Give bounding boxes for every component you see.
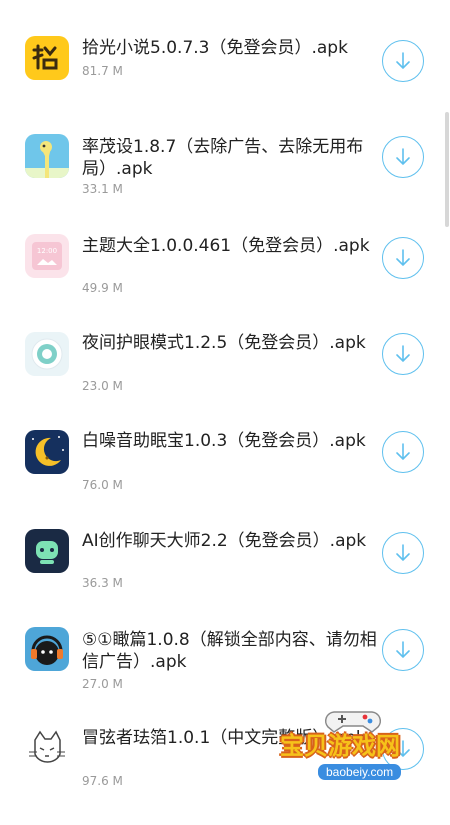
item-size: 27.0 M — [82, 677, 123, 691]
download-button[interactable] — [382, 532, 424, 574]
download-button[interactable] — [382, 629, 424, 671]
download-button[interactable] — [382, 40, 424, 82]
download-arrow-icon — [396, 249, 410, 267]
list-item[interactable]: 夜间护眼模式1.2.5（免登会员）.apk 23.0 M — [0, 332, 450, 431]
item-title: 夜间护眼模式1.2.5（免登会员）.apk — [82, 333, 366, 353]
item-title: AI创作聊天大师2.2（免登会员）.apk — [82, 531, 367, 551]
list-item[interactable]: 拾光小说5.0.7.3（免登会员）.apk 81.7 M — [0, 36, 450, 135]
item-size: 33.1 M — [82, 182, 123, 196]
download-arrow-icon — [396, 443, 410, 461]
download-arrow-icon — [396, 641, 410, 659]
item-size: 36.3 M — [82, 576, 123, 590]
download-button[interactable] — [382, 237, 424, 279]
watermark-text: 宝贝游戏网 — [280, 732, 400, 760]
moon-sleep-app-icon — [25, 430, 69, 474]
item-title: 率茂设1.8.7（去除广告、去除无用布局）.apk — [82, 137, 364, 179]
watermark-url: baobeiy.com — [318, 764, 402, 780]
download-arrow-icon — [396, 148, 410, 166]
list-item[interactable]: AI创作聊天大师2.2（免登会员）.apk 36.3 M — [0, 529, 450, 628]
item-size: 81.7 M — [82, 64, 123, 78]
shiguang-logo-icon — [25, 36, 69, 80]
download-arrow-icon — [396, 345, 410, 363]
theme-app-icon: 12:00 — [25, 234, 69, 278]
item-title: 主题大全1.0.0.461（免登会员）.apk — [82, 236, 370, 256]
download-button[interactable] — [382, 136, 424, 178]
list-item[interactable]: 率茂设1.8.7（去除广告、去除无用布局）.apk 33.1 M — [0, 134, 450, 233]
list-item[interactable]: 12:00 主题大全1.0.0.461（免登会员）.apk 49.9 M — [0, 234, 450, 333]
item-title: ⑤①瞰篇1.0.8（解锁全部内容、请勿相信广告）.apk — [82, 630, 377, 672]
download-button[interactable] — [382, 333, 424, 375]
download-arrow-icon — [396, 52, 410, 70]
gamepad-icon — [324, 711, 382, 733]
eye-care-app-icon — [25, 332, 69, 376]
download-arrow-icon — [396, 544, 410, 562]
download-button[interactable] — [382, 431, 424, 473]
list-item[interactable]: 白噪音助眠宝1.0.3（免登会员）.apk 76.0 M — [0, 430, 450, 529]
item-size: 49.9 M — [82, 281, 123, 295]
cat-sketch-app-icon — [25, 726, 69, 770]
ai-robot-app-icon — [25, 529, 69, 573]
item-title: 拾光小说5.0.7.3（免登会员）.apk — [82, 38, 348, 58]
item-title: 白噪音助眠宝1.0.3（免登会员）.apk — [82, 431, 366, 451]
item-size: 97.6 M — [82, 774, 123, 788]
item-size: 76.0 M — [82, 478, 123, 492]
giraffe-app-icon — [25, 134, 69, 178]
svg-text:12:00: 12:00 — [37, 247, 57, 255]
watermark-logo: 宝贝游戏网 baobeiy.com — [278, 700, 446, 795]
download-list: 拾光小说5.0.7.3（免登会员）.apk 81.7 M 率茂设1.8.7（去除… — [0, 0, 450, 800]
item-size: 23.0 M — [82, 379, 123, 393]
headphone-cat-app-icon — [25, 627, 69, 671]
scrollbar[interactable] — [445, 112, 449, 227]
